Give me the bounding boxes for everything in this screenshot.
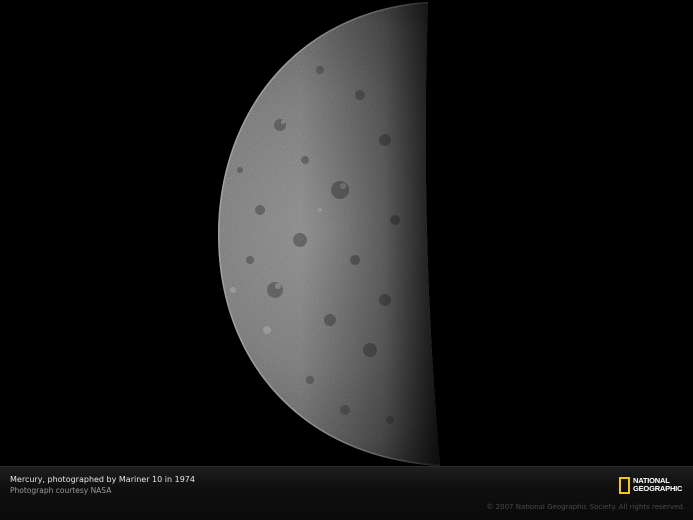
logo-line-2: GEOGRAPHIC — [633, 484, 683, 493]
copyright-notice: © 2007 National Geographic Society. All … — [486, 503, 685, 511]
caption-title: Mercury, photographed by Mariner 10 in 1… — [10, 475, 195, 484]
yellow-border-icon — [619, 476, 630, 494]
mercury-planet-image — [0, 0, 693, 466]
wallpaper-frame: Mercury, photographed by Mariner 10 in 1… — [0, 0, 693, 520]
national-geographic-logo: NATIONAL GEOGRAPHIC — [619, 474, 682, 496]
photo-credit: Photograph courtesy NASA — [10, 486, 112, 495]
caption-bar: Mercury, photographed by Mariner 10 in 1… — [0, 466, 693, 520]
mercury-photo — [0, 0, 693, 466]
